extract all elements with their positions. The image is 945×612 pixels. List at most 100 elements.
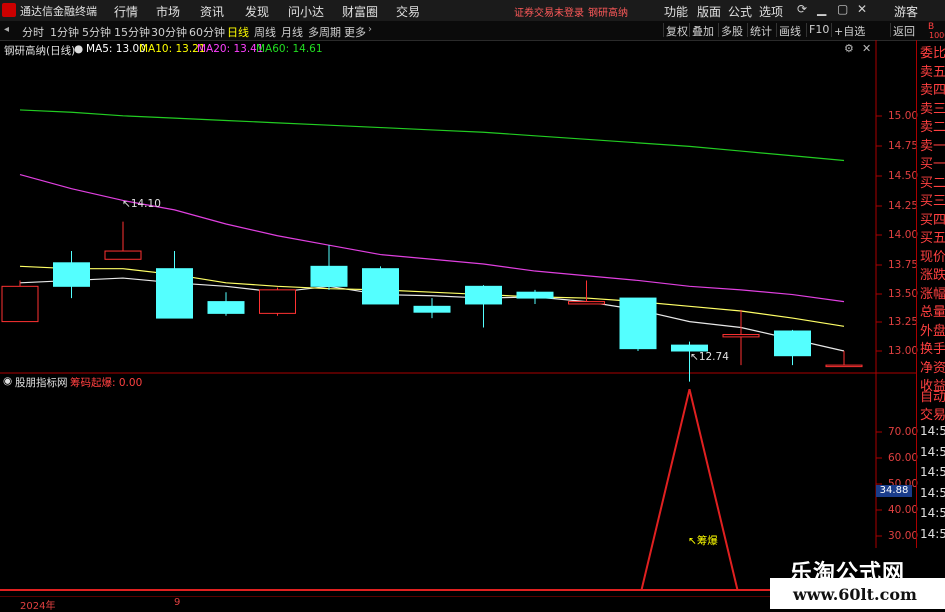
indicator-plot bbox=[0, 389, 844, 591]
f10-button[interactable]: F10 bbox=[806, 23, 831, 37]
candle-body bbox=[362, 268, 399, 305]
menu-shichang[interactable]: 市场 bbox=[156, 3, 180, 20]
menu-faxian[interactable]: 发现 bbox=[245, 3, 269, 20]
indicator-tick-label: 70.00 bbox=[888, 426, 919, 438]
candle-body bbox=[207, 301, 245, 314]
side-label: 卖一 bbox=[920, 138, 945, 153]
kline-chart[interactable] bbox=[0, 40, 945, 609]
menu-bar: 通达信金融终端 行情 市场 资讯 发现 问小达 财富圈 交易 证券交易未登录 钢… bbox=[0, 0, 945, 22]
tab-30min[interactable]: 30分钟 bbox=[151, 24, 187, 40]
tab-5min[interactable]: 5分钟 bbox=[82, 24, 111, 40]
price-tick-label: 13.25 bbox=[888, 316, 919, 328]
candle-body bbox=[774, 330, 811, 357]
side-time: 14:56 bbox=[920, 424, 945, 438]
side-label: 换手 bbox=[920, 342, 945, 356]
stats-button[interactable]: 统计 bbox=[747, 23, 774, 38]
ma-line-ma60 bbox=[19, 109, 845, 162]
axis-month: 9 bbox=[174, 597, 181, 608]
indicator-toggle-icon[interactable]: ◉ bbox=[3, 375, 12, 387]
tab-daily[interactable]: 日线 bbox=[227, 24, 249, 40]
menu-caifuquan[interactable]: 财富圈 bbox=[342, 3, 378, 20]
period-toolbar: ◂ 分时 1分钟 5分钟 15分钟 30分钟 60分钟 日线 周线 月线 多周期… bbox=[0, 21, 945, 41]
candle-body bbox=[516, 291, 554, 299]
side-label: 卖三 bbox=[920, 101, 945, 116]
side-label: 总量 bbox=[920, 305, 945, 319]
candle-body bbox=[413, 305, 451, 313]
menu-xuanxiang[interactable]: 选项 bbox=[759, 3, 783, 20]
tab-weekly[interactable]: 周线 bbox=[254, 24, 276, 40]
user-guest[interactable]: 游客 bbox=[894, 3, 918, 20]
side-label: 买一 bbox=[920, 157, 945, 171]
app-logo-icon bbox=[2, 3, 16, 17]
close-icon[interactable]: ✕ bbox=[857, 2, 867, 16]
tab-monthly[interactable]: 月线 bbox=[281, 24, 303, 40]
fuquan-button[interactable]: 复权 bbox=[663, 23, 690, 38]
menu-gongneng[interactable]: 功能 bbox=[664, 3, 688, 20]
stock-name-tag: 钢研高纳 bbox=[588, 8, 628, 19]
menu-hangqing[interactable]: 行情 bbox=[114, 3, 138, 20]
watermark-url: www.60lt.com bbox=[793, 585, 917, 604]
side-time: 14:56 bbox=[920, 526, 945, 541]
candle-body bbox=[259, 289, 296, 314]
side-label: 买五 bbox=[920, 231, 945, 245]
candle-body bbox=[53, 262, 90, 287]
menu-jiaoyi[interactable]: 交易 bbox=[396, 3, 420, 20]
candle-body bbox=[568, 301, 605, 305]
side-label[interactable]: 交易 bbox=[920, 404, 945, 422]
menu-zixun[interactable]: 资讯 bbox=[200, 3, 224, 20]
high-price-label: ↖14.10 bbox=[122, 198, 161, 210]
indicator-name[interactable]: 股朋指标网 bbox=[15, 375, 68, 390]
price-tick-label: 13.00 bbox=[888, 345, 919, 357]
menu-gongshi[interactable]: 公式 bbox=[728, 3, 752, 20]
tab-15min[interactable]: 15分钟 bbox=[114, 24, 150, 40]
trade-login-warning[interactable]: 证券交易未登录 bbox=[514, 4, 584, 19]
menu-wenxiaoda[interactable]: 问小达 bbox=[288, 3, 324, 20]
indicator-tick-label: 30.00 bbox=[888, 530, 919, 542]
side-label: 卖四 bbox=[920, 83, 945, 97]
price-tick-label: 14.25 bbox=[888, 200, 919, 212]
tab-60min[interactable]: 60分钟 bbox=[189, 24, 225, 40]
indicator-current-value: 34.88 bbox=[876, 485, 912, 497]
minimize-icon[interactable]: ▁ bbox=[817, 2, 826, 16]
side-label: 委比 bbox=[920, 46, 945, 60]
indicator-annotation: ↖筹爆 bbox=[688, 535, 718, 547]
chart-grid bbox=[0, 40, 916, 609]
menu-banmian[interactable]: 版面 bbox=[697, 3, 721, 20]
candle-body bbox=[722, 334, 760, 338]
overlay-button[interactable]: 叠加 bbox=[689, 23, 716, 38]
side-label: 现价 bbox=[920, 249, 945, 264]
add-watchlist-button[interactable]: +自选 bbox=[831, 23, 867, 38]
side-label[interactable]: 自动 bbox=[920, 386, 945, 404]
side-label: 净资 bbox=[920, 360, 945, 375]
nav-left-icon[interactable]: ◂ bbox=[4, 24, 9, 35]
price-tick-label: 14.50 bbox=[888, 170, 919, 182]
indicator-line bbox=[20, 389, 844, 591]
maximize-icon[interactable]: ▢ bbox=[837, 2, 848, 16]
candle-body bbox=[619, 297, 657, 350]
side-label: 买三 bbox=[920, 194, 945, 208]
axis-year: 2024年 bbox=[20, 601, 56, 612]
price-tick-label: 13.75 bbox=[888, 259, 919, 271]
ma-line-ma20 bbox=[19, 174, 845, 303]
price-tick-label: 14.00 bbox=[888, 229, 919, 241]
price-tick-label: 13.50 bbox=[888, 288, 919, 300]
candle-body bbox=[825, 364, 863, 368]
candle-body bbox=[310, 265, 348, 287]
side-time: 14:56 bbox=[920, 485, 945, 500]
tab-1min[interactable]: 1分钟 bbox=[50, 24, 79, 40]
tab-fenshi[interactable]: 分时 bbox=[22, 24, 44, 40]
tab-more[interactable]: 更多 bbox=[344, 24, 366, 40]
draw-line-button[interactable]: 画线 bbox=[776, 23, 803, 38]
candle-body bbox=[465, 285, 502, 305]
indicator-tick-label: 60.00 bbox=[888, 452, 919, 464]
multi-stock-button[interactable]: 多股 bbox=[718, 23, 745, 38]
side-label: 涨跌 bbox=[920, 268, 945, 282]
tab-multi-period[interactable]: 多周期 bbox=[308, 24, 341, 40]
app-title: 通达信金融终端 bbox=[20, 5, 97, 18]
refresh-icon[interactable]: ⟳ bbox=[797, 2, 807, 16]
chevron-right-icon[interactable]: › bbox=[368, 24, 372, 35]
candles bbox=[1, 221, 863, 382]
back-button[interactable]: 返回 bbox=[890, 23, 917, 38]
indicator-value: 筹码起爆: 0.00 bbox=[70, 377, 143, 389]
side-top-num2: 1000 bbox=[929, 31, 945, 40]
